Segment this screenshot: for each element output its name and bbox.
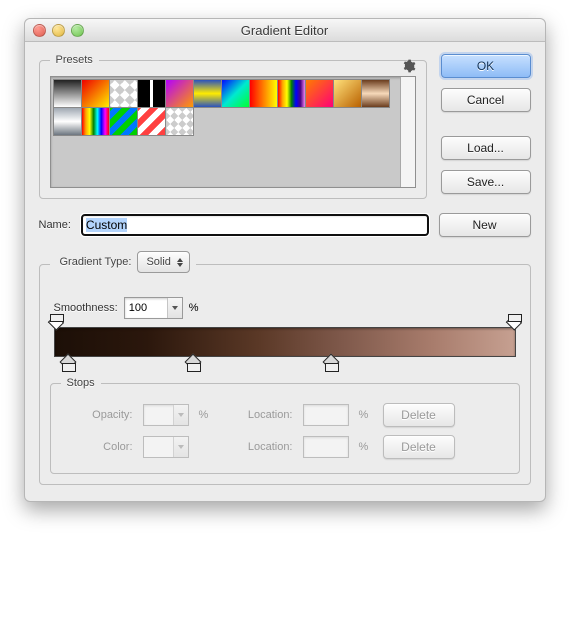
preset-swatch[interactable]: [221, 79, 250, 108]
load-button[interactable]: Load...: [441, 136, 531, 160]
zoom-icon[interactable]: [71, 24, 84, 37]
preset-swatch[interactable]: [249, 79, 278, 108]
opacity-unit: %: [199, 409, 213, 421]
color-chip: [143, 436, 189, 458]
stops-legend: Stops: [61, 377, 101, 389]
gradient-editor-window: Gradient Editor Presets: [24, 18, 546, 502]
color-stop[interactable]: [325, 356, 337, 370]
presets-box: [50, 76, 416, 188]
opacity-location-input: [303, 404, 349, 426]
chevron-down-icon: [173, 405, 188, 425]
opacity-location-unit: %: [359, 409, 373, 421]
gradient-type-value: Solid: [146, 256, 170, 268]
cancel-button[interactable]: Cancel: [441, 88, 531, 112]
opacity-stop[interactable]: [508, 314, 520, 328]
color-label: Color:: [63, 441, 133, 453]
gear-icon[interactable]: [402, 59, 416, 73]
gradient-bar[interactable]: [54, 327, 516, 357]
preset-swatch[interactable]: [165, 79, 194, 108]
color-location-unit: %: [359, 441, 373, 453]
preset-swatch[interactable]: [81, 107, 110, 136]
window-controls: [33, 24, 84, 37]
minimize-icon[interactable]: [52, 24, 65, 37]
color-location-label: Location:: [223, 441, 293, 453]
preset-swatch[interactable]: [193, 79, 222, 108]
smoothness-unit: %: [189, 302, 199, 314]
chevron-down-icon: [173, 437, 188, 457]
ok-button[interactable]: OK: [441, 54, 531, 78]
opacity-location-label: Location:: [223, 409, 293, 421]
opacity-stop[interactable]: [50, 314, 62, 328]
preset-swatch[interactable]: [109, 107, 138, 136]
close-icon[interactable]: [33, 24, 46, 37]
preset-swatch[interactable]: [53, 79, 82, 108]
name-label: Name:: [39, 219, 71, 231]
smoothness-label: Smoothness:: [54, 302, 118, 314]
preset-swatch[interactable]: [137, 107, 166, 136]
window-title: Gradient Editor: [25, 23, 545, 38]
updown-icon: [175, 254, 185, 270]
opacity-input: [143, 404, 189, 426]
gradient-bar-area: [54, 327, 516, 357]
gradient-type-legend: Gradient Type: Solid: [50, 251, 196, 277]
presets-scrollbar[interactable]: [400, 77, 415, 187]
preset-swatch[interactable]: [305, 79, 334, 108]
preset-swatch[interactable]: [361, 79, 390, 108]
new-button[interactable]: New: [439, 213, 531, 237]
preset-swatch[interactable]: [137, 79, 166, 108]
preset-swatch[interactable]: [333, 79, 362, 108]
preset-swatch[interactable]: [81, 79, 110, 108]
chevron-down-icon[interactable]: [167, 298, 182, 318]
preset-swatch[interactable]: [277, 79, 306, 108]
color-location-input: [303, 436, 349, 458]
opacity-delete-button: Delete: [383, 403, 455, 427]
preset-swatch[interactable]: [53, 107, 82, 136]
color-delete-button: Delete: [383, 435, 455, 459]
gradient-type-select[interactable]: Solid: [137, 251, 189, 273]
presets-group: Presets: [39, 54, 427, 199]
smoothness-input[interactable]: [124, 297, 183, 319]
preset-swatch[interactable]: [109, 79, 138, 108]
gradient-type-label: Gradient Type:: [60, 256, 132, 268]
color-stop[interactable]: [62, 356, 74, 370]
save-button[interactable]: Save...: [441, 170, 531, 194]
preset-swatch[interactable]: [165, 107, 194, 136]
name-input[interactable]: [81, 214, 429, 236]
color-stop[interactable]: [187, 356, 199, 370]
opacity-label: Opacity:: [63, 409, 133, 421]
preset-swatch-list: [51, 77, 400, 187]
smoothness-value[interactable]: [125, 302, 167, 314]
presets-legend: Presets: [50, 54, 99, 66]
button-column: OK Cancel Load... Save...: [441, 54, 531, 194]
gradient-type-group: Gradient Type: Solid Smoothness: %: [39, 251, 531, 485]
stops-group: Stops Opacity: % Location: % Delete Colo…: [50, 377, 520, 474]
titlebar[interactable]: Gradient Editor: [25, 19, 545, 42]
